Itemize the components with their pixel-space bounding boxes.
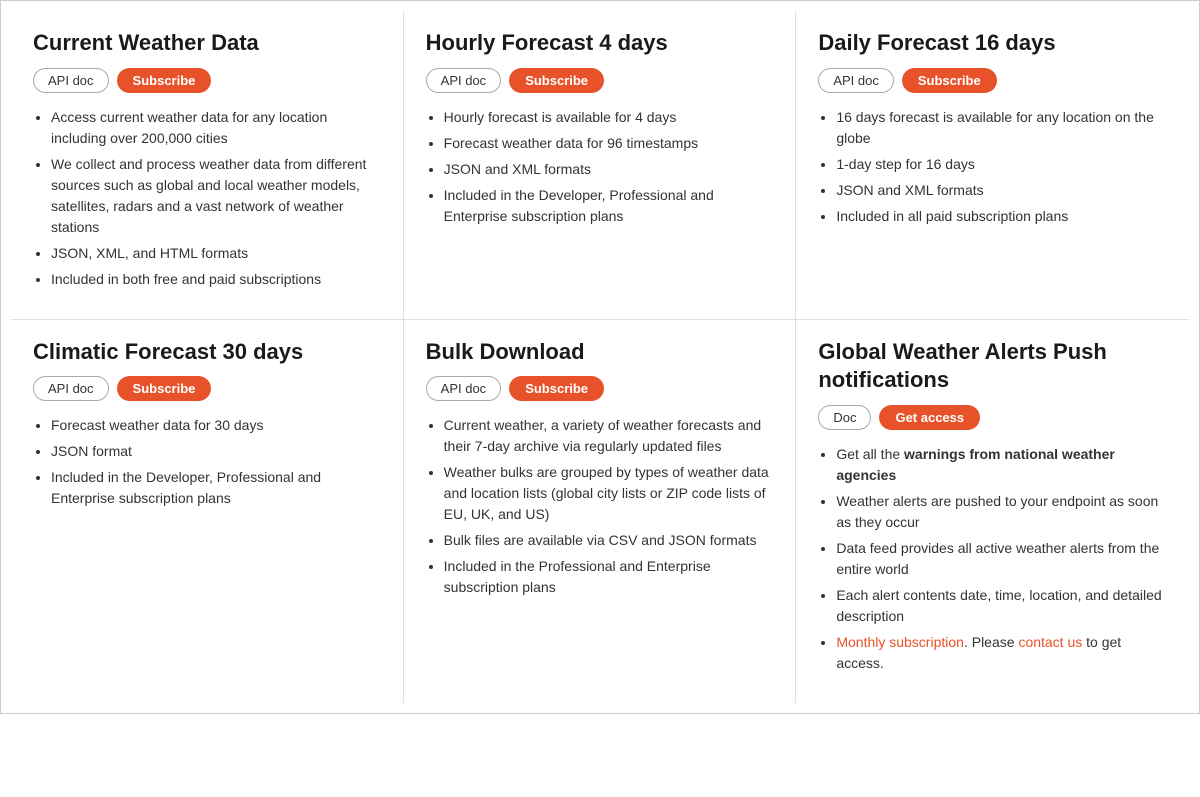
- page-wrapper: Current Weather Data API doc Subscribe Acce…: [0, 0, 1200, 714]
- list-item: Data feed provides all active weather al…: [836, 538, 1167, 580]
- list-item: Each alert contents date, time, location…: [836, 585, 1167, 627]
- list-item: Included in the Developer, Professional …: [444, 185, 774, 227]
- card-current-weather: Current Weather Data API doc Subscribe Acce…: [11, 11, 404, 320]
- list-item: Get all the warnings from national weath…: [836, 444, 1167, 486]
- card-bulk-download: Bulk Download API doc Subscribe Current wea…: [404, 320, 797, 703]
- subscribe-button-hourly-forecast[interactable]: Subscribe: [509, 68, 604, 93]
- list-item: Included in the Developer, Professional …: [51, 467, 381, 509]
- subscribe-button-climatic-forecast[interactable]: Subscribe: [117, 376, 212, 401]
- list-item: Weather alerts are pushed to your endpoi…: [836, 491, 1167, 533]
- button-row-bulk-download: API doc Subscribe: [426, 376, 774, 401]
- subscribe-button-bulk-download[interactable]: Subscribe: [509, 376, 604, 401]
- list-item: 1-day step for 16 days: [836, 154, 1167, 175]
- list-item: JSON and XML formats: [444, 159, 774, 180]
- card-hourly-forecast: Hourly Forecast 4 days API doc Subscribe Ho…: [404, 11, 797, 320]
- feature-list-current-weather: Access current weather data for any loca…: [33, 107, 381, 290]
- button-row-hourly-forecast: API doc Subscribe: [426, 68, 774, 93]
- button-row-current-weather: API doc Subscribe: [33, 68, 381, 93]
- feature-list-weather-alerts: Get all the warnings from national weath…: [818, 444, 1167, 674]
- list-item: We collect and process weather data from…: [51, 154, 381, 238]
- button-row-climatic-forecast: API doc Subscribe: [33, 376, 381, 401]
- list-item: Monthly subscription. Please contact us …: [836, 632, 1167, 674]
- list-item: Included in all paid subscription plans: [836, 206, 1167, 227]
- subscribe-button-daily-forecast[interactable]: Subscribe: [902, 68, 997, 93]
- list-item: Included in the Professional and Enterpr…: [444, 556, 774, 598]
- list-item: Hourly forecast is available for 4 days: [444, 107, 774, 128]
- list-item: Bulk files are available via CSV and JSO…: [444, 530, 774, 551]
- card-weather-alerts: Global Weather Alerts Push notifications…: [796, 320, 1189, 703]
- api-doc-button-current-weather[interactable]: API doc: [33, 68, 109, 93]
- feature-list-daily-forecast: 16 days forecast is available for any lo…: [818, 107, 1167, 227]
- cards-grid: Current Weather Data API doc Subscribe Acce…: [11, 11, 1189, 703]
- list-item: JSON format: [51, 441, 381, 462]
- api-doc-button-weather-alerts[interactable]: Doc: [818, 405, 871, 430]
- list-item: Forecast weather data for 30 days: [51, 415, 381, 436]
- subscribe-button-weather-alerts[interactable]: Get access: [879, 405, 980, 430]
- card-title-bulk-download: Bulk Download: [426, 338, 774, 367]
- api-doc-button-hourly-forecast[interactable]: API doc: [426, 68, 502, 93]
- card-title-weather-alerts: Global Weather Alerts Push notifications: [818, 338, 1167, 395]
- card-title-hourly-forecast: Hourly Forecast 4 days: [426, 29, 774, 58]
- list-item: Current weather, a variety of weather fo…: [444, 415, 774, 457]
- list-item: Included in both free and paid subscript…: [51, 269, 381, 290]
- monthly-subscription-link[interactable]: Monthly subscription: [836, 634, 964, 650]
- card-title-daily-forecast: Daily Forecast 16 days: [818, 29, 1167, 58]
- list-item: 16 days forecast is available for any lo…: [836, 107, 1167, 149]
- card-climatic-forecast: Climatic Forecast 30 days API doc Subscrib…: [11, 320, 404, 703]
- list-item: JSON, XML, and HTML formats: [51, 243, 381, 264]
- list-item: Forecast weather data for 96 timestamps: [444, 133, 774, 154]
- feature-list-bulk-download: Current weather, a variety of weather fo…: [426, 415, 774, 598]
- subscribe-button-current-weather[interactable]: Subscribe: [117, 68, 212, 93]
- api-doc-button-daily-forecast[interactable]: API doc: [818, 68, 894, 93]
- card-title-current-weather: Current Weather Data: [33, 29, 381, 58]
- feature-list-climatic-forecast: Forecast weather data for 30 days JSON fo…: [33, 415, 381, 509]
- api-doc-button-bulk-download[interactable]: API doc: [426, 376, 502, 401]
- button-row-weather-alerts: Doc Get access: [818, 405, 1167, 430]
- contact-us-link[interactable]: contact us: [1018, 634, 1082, 650]
- button-row-daily-forecast: API doc Subscribe: [818, 68, 1167, 93]
- feature-list-hourly-forecast: Hourly forecast is available for 4 days F…: [426, 107, 774, 227]
- list-item: Weather bulks are grouped by types of we…: [444, 462, 774, 525]
- card-daily-forecast: Daily Forecast 16 days API doc Subscribe 16…: [796, 11, 1189, 320]
- list-item: JSON and XML formats: [836, 180, 1167, 201]
- list-item: Access current weather data for any loca…: [51, 107, 381, 149]
- card-title-climatic-forecast: Climatic Forecast 30 days: [33, 338, 381, 367]
- api-doc-button-climatic-forecast[interactable]: API doc: [33, 376, 109, 401]
